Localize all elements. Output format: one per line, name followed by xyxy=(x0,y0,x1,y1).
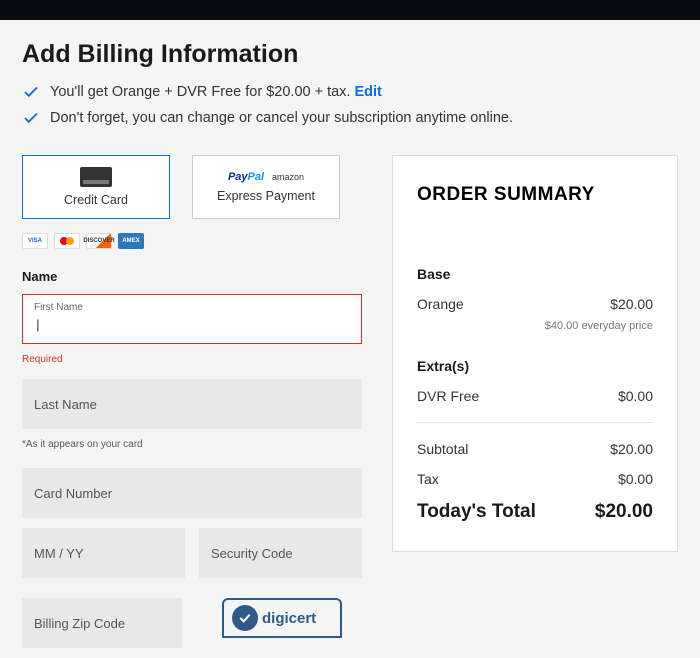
check-icon xyxy=(22,109,40,127)
divider xyxy=(417,422,653,423)
base-item-name: Orange xyxy=(417,296,464,312)
tax-value: $0.00 xyxy=(618,471,653,487)
tab-credit-card[interactable]: Credit Card xyxy=(22,155,170,219)
order-summary: ORDER SUMMARY Base Orange $20.00 $40.00 … xyxy=(392,155,678,552)
digicert-badge: digicert xyxy=(222,598,342,638)
subtotal-label: Subtotal xyxy=(417,441,468,457)
summary-title: ORDER SUMMARY xyxy=(417,184,653,206)
credit-card-icon xyxy=(80,167,112,187)
extras-item-price: $0.00 xyxy=(618,388,653,404)
extras-item-name: DVR Free xyxy=(417,388,479,404)
security-code-input[interactable] xyxy=(199,528,362,578)
name-label: Name xyxy=(22,269,362,284)
paypal-icon: PayPal xyxy=(228,171,264,183)
mastercard-icon xyxy=(54,233,80,249)
page-title: Add Billing Information xyxy=(22,40,678,69)
total-value: $20.00 xyxy=(595,501,653,523)
info-line-2: Don't forget, you can change or cancel y… xyxy=(22,109,678,127)
shield-check-icon xyxy=(232,605,258,631)
card-brand-icons: VISA DISCOVER AMEX xyxy=(22,233,362,249)
info-line-1: You'll get Orange + DVR Free for $20.00 … xyxy=(22,83,678,101)
extras-section-label: Extra(s) xyxy=(417,358,653,374)
edit-link[interactable]: Edit xyxy=(355,84,382,100)
subtotal-value: $20.00 xyxy=(610,441,653,457)
discover-icon: DISCOVER xyxy=(86,233,112,249)
tax-label: Tax xyxy=(417,471,439,487)
card-number-input[interactable] xyxy=(22,468,362,518)
amex-icon: AMEX xyxy=(118,233,144,249)
last-name-input[interactable] xyxy=(22,379,362,429)
base-section-label: Base xyxy=(417,266,653,282)
everyday-price-note: $40.00 everyday price xyxy=(417,320,653,332)
billing-zip-input[interactable] xyxy=(22,598,182,648)
visa-icon: VISA xyxy=(22,233,48,249)
appears-on-card-note: *As it appears on your card xyxy=(22,439,362,450)
tab-express-payment[interactable]: PayPal amazon Express Payment xyxy=(192,155,340,219)
amazon-icon: amazon xyxy=(272,172,304,182)
expiry-input[interactable] xyxy=(22,528,185,578)
first-name-input[interactable] xyxy=(22,294,362,344)
top-bar xyxy=(0,0,700,20)
first-name-error: Required xyxy=(22,354,362,365)
base-item-price: $20.00 xyxy=(610,296,653,312)
total-label: Today's Total xyxy=(417,501,536,523)
check-icon xyxy=(22,83,40,101)
